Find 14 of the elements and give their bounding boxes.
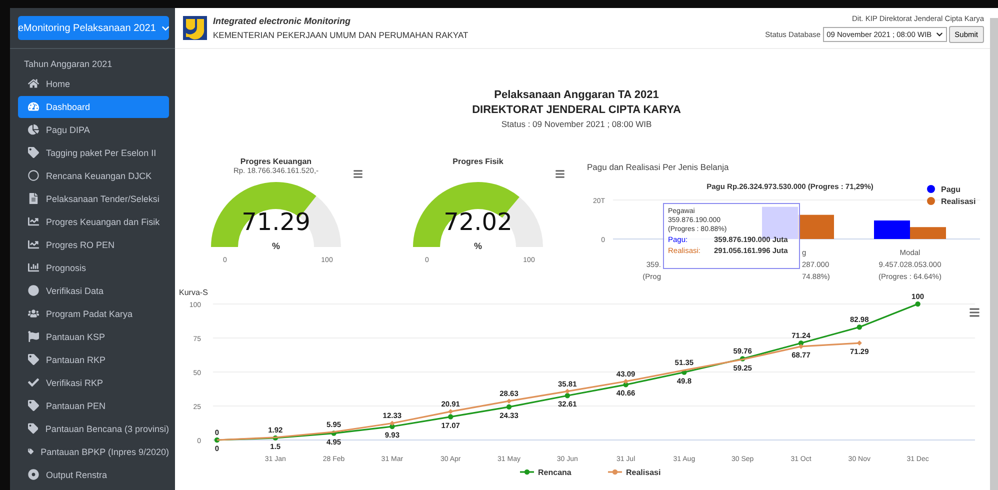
page-title: Pelaksanaan Anggaran TA 2021 [494, 89, 659, 101]
gauge-unit: % [272, 241, 280, 251]
gauge-title: Progres Keuangan [240, 157, 312, 166]
sidebar-section-title: Tahun Anggaran 2021 [23, 59, 114, 69]
gauge-title: Progres Fisik [452, 157, 504, 166]
page-subtitle: DIREKTORAT JENDERAL CIPTA KARYA [472, 104, 681, 116]
gauge-value: 72.02 [444, 208, 512, 236]
gauge-unit: % [474, 241, 482, 251]
brand-title: Integrated electronic Monitoring [213, 16, 352, 26]
status-text: Status : 09 November 2021 ; 08:00 WIB [501, 119, 652, 129]
chart-title: Pagu dan Realisasi Per Jenis Belanja [587, 162, 729, 172]
ministry-name: KEMENTERIAN PEKERJAAN UMUM DAN PERUMAHAN RAKYAT [213, 30, 470, 40]
chart-title: Kurva-S [179, 288, 208, 297]
gauge-value: 71.29 [242, 208, 310, 236]
